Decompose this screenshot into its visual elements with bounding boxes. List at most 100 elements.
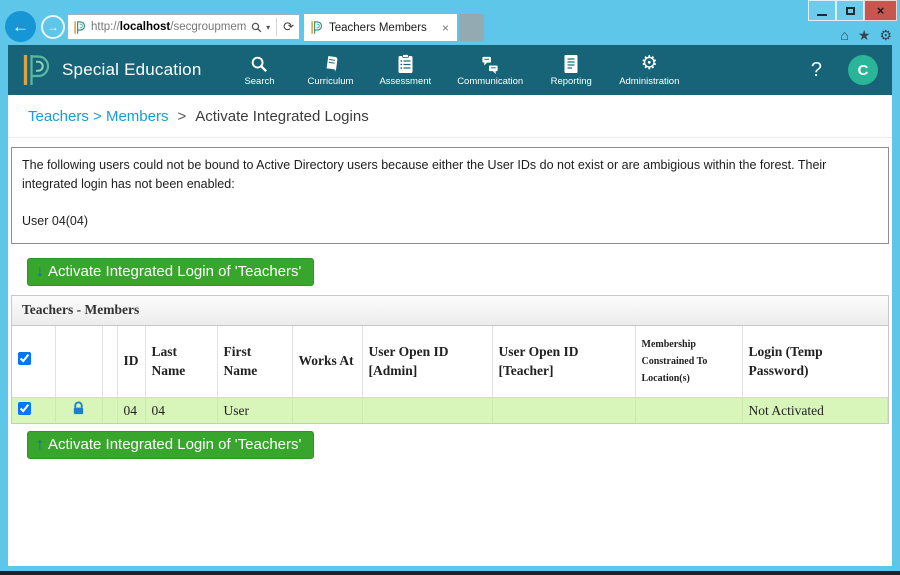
notice-box: The following users could not be bound t… xyxy=(11,147,889,244)
column-header-user-open-id-teacher: User Open ID [Teacher] xyxy=(492,326,635,398)
members-table: ID Last Name First Name Works At User Op… xyxy=(12,326,888,423)
row-last-name: 04 xyxy=(145,398,217,424)
url-text[interactable]: http://localhost/secgroupmembers.. xyxy=(91,21,247,33)
address-search-icon[interactable] xyxy=(251,22,262,33)
breadcrumb-separator: > xyxy=(177,108,186,125)
column-header-last-name: Last Name xyxy=(145,326,217,398)
back-button[interactable]: ← xyxy=(5,11,36,42)
nav-label: Administration xyxy=(619,76,679,87)
window-bottom-edge xyxy=(0,571,900,575)
activate-button-label: Activate Integrated Login of 'Teachers' xyxy=(48,436,301,453)
nav-label: Reporting xyxy=(551,76,592,87)
row-works-at xyxy=(292,398,362,424)
notice-user: User 04(04) xyxy=(22,212,878,231)
column-header-user-open-id-admin: User Open ID [Admin] xyxy=(362,326,492,398)
nav-item-curriculum[interactable]: Curriculum xyxy=(308,53,354,87)
nav-item-communication[interactable]: Communication xyxy=(457,53,523,87)
address-dropdown-caret-icon[interactable]: ▾ xyxy=(266,23,270,32)
breadcrumb-link-teachers-members[interactable]: Teachers > Members xyxy=(28,108,168,125)
row-select-cell xyxy=(12,398,55,424)
breadcrumb-current: Activate Integrated Logins xyxy=(195,108,368,125)
book-icon xyxy=(321,53,340,74)
help-button[interactable]: ? xyxy=(803,59,830,82)
up-arrow-icon: ↑ xyxy=(36,437,44,453)
row-id: 04 xyxy=(117,398,145,424)
row-lock-cell xyxy=(55,398,102,424)
nav-label: Assessment xyxy=(379,76,431,87)
nav-label: Curriculum xyxy=(308,76,354,87)
lock-icon xyxy=(71,401,86,416)
tab-favicon xyxy=(310,20,323,35)
notice-text: The following users could not be bound t… xyxy=(22,156,878,194)
row-checkbox[interactable] xyxy=(18,402,31,415)
page-content: The following users could not be bound t… xyxy=(8,138,892,459)
maximize-icon xyxy=(846,7,855,15)
breadcrumb: Teachers > Members > Activate Integrated… xyxy=(8,95,892,138)
spacer-column-header xyxy=(102,326,117,398)
forward-button[interactable]: → xyxy=(41,15,65,39)
table-header-row: ID Last Name First Name Works At User Op… xyxy=(12,326,888,398)
down-arrow-icon: ↓ xyxy=(36,264,44,280)
nav-label: Communication xyxy=(457,76,523,87)
address-bar[interactable]: http://localhost/secgroupmembers.. ▾ ⟳ xyxy=(67,14,300,40)
column-header-works-at: Works At xyxy=(292,326,362,398)
url-host: localhost xyxy=(120,21,170,33)
admin-gear-icon: ⚙ xyxy=(641,53,658,74)
app-title: Special Education xyxy=(62,60,202,80)
nav-item-administration[interactable]: ⚙ Administration xyxy=(619,53,679,87)
row-login-status: Not Activated xyxy=(742,398,888,424)
clipboard-icon xyxy=(397,53,414,74)
browser-quick-icons: ⌂ ★ ⚙ xyxy=(840,26,892,44)
url-scheme: http:// xyxy=(91,21,120,33)
app-window: Special Education Search Curriculum Asse… xyxy=(8,45,892,566)
tab-title: Teachers Members xyxy=(329,22,440,34)
nav-item-assessment[interactable]: Assessment xyxy=(379,53,431,87)
url-path: /secgroupmembers.. xyxy=(170,21,247,33)
new-tab-button[interactable] xyxy=(459,14,484,41)
main-nav: Search Curriculum Assessment Communicati… xyxy=(238,53,680,87)
minimize-icon xyxy=(817,14,827,16)
nav-label: Search xyxy=(244,76,274,87)
app-header: Special Education Search Curriculum Asse… xyxy=(8,45,892,95)
report-document-icon xyxy=(563,53,579,74)
activate-login-button-bottom[interactable]: ↑ Activate Integrated Login of 'Teachers… xyxy=(27,431,314,459)
tab-close-icon[interactable]: × xyxy=(440,21,451,35)
home-icon[interactable]: ⌂ xyxy=(840,26,848,44)
browser-tab[interactable]: Teachers Members × xyxy=(304,14,457,41)
site-favicon xyxy=(73,20,86,35)
row-user-open-id-admin xyxy=(362,398,492,424)
panel-title: Teachers - Members xyxy=(12,296,888,326)
column-header-id: ID xyxy=(117,326,145,398)
nav-item-reporting[interactable]: Reporting xyxy=(549,53,593,87)
row-first-name: User xyxy=(217,398,292,424)
maximize-button[interactable] xyxy=(836,0,864,21)
nav-item-search[interactable]: Search xyxy=(238,53,282,87)
settings-gear-icon[interactable]: ⚙ xyxy=(879,26,892,44)
column-header-membership: Membership Constrained To Location(s) xyxy=(635,326,742,398)
table-row: 04 04 User Not Activated xyxy=(12,398,888,424)
row-membership xyxy=(635,398,742,424)
titlebar: × ⌂ ★ ⚙ ← → http://localhost/secgroupmem… xyxy=(0,0,900,45)
minimize-button[interactable] xyxy=(808,0,836,21)
back-arrow-icon: ← xyxy=(12,17,29,37)
forward-arrow-icon: → xyxy=(47,20,59,34)
chat-bubbles-icon xyxy=(480,53,500,74)
row-user-open-id-teacher xyxy=(492,398,635,424)
row-spacer-cell xyxy=(102,398,117,424)
select-all-header xyxy=(12,326,55,398)
search-icon xyxy=(250,53,269,74)
activate-button-label: Activate Integrated Login of 'Teachers' xyxy=(48,263,301,280)
lock-column-header xyxy=(55,326,102,398)
window-controls: × xyxy=(808,0,897,21)
members-panel: Teachers - Members ID Last Name First Na… xyxy=(11,295,889,424)
select-all-checkbox[interactable] xyxy=(18,352,31,365)
refresh-icon[interactable]: ⟳ xyxy=(276,18,294,36)
column-header-first-name: First Name xyxy=(217,326,292,398)
favorites-star-icon[interactable]: ★ xyxy=(858,26,871,44)
close-button[interactable]: × xyxy=(864,0,897,21)
user-avatar[interactable]: C xyxy=(848,55,878,85)
app-logo-icon xyxy=(21,52,51,88)
column-header-login: Login (Temp Password) xyxy=(742,326,888,398)
activate-login-button-top[interactable]: ↓ Activate Integrated Login of 'Teachers… xyxy=(27,258,314,286)
close-icon: × xyxy=(877,4,885,17)
